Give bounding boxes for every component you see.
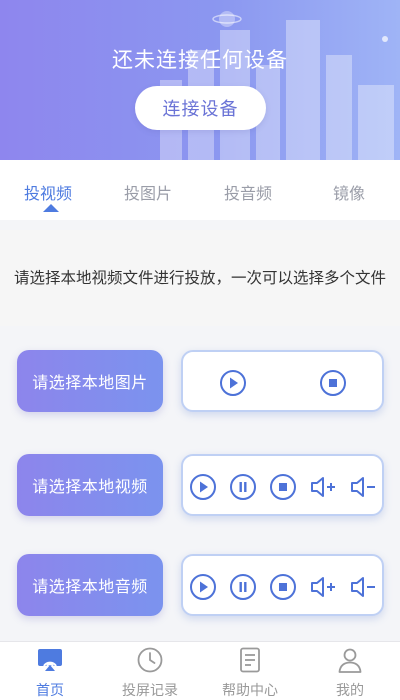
connect-device-button[interactable]: 连接设备 (135, 86, 266, 130)
nav-label-help-center: 帮助中心 (222, 683, 278, 699)
nav-item-cast-history[interactable]: 投屏记录 (100, 642, 200, 700)
select-local-video-button[interactable]: 请选择本地视频 (17, 454, 163, 516)
image-control-panel (181, 350, 384, 412)
cast-type-tabs: 投视频 投图片 投音频 镜像 (0, 160, 400, 220)
volume-down-icon[interactable] (349, 473, 377, 501)
nav-label-cast-history: 投屏记录 (122, 683, 178, 699)
tab-cast-video[interactable]: 投视频 (24, 180, 72, 204)
play-icon[interactable] (219, 369, 247, 397)
video-cast-section: 请选择本地视频 (0, 434, 400, 534)
play-icon[interactable] (189, 473, 217, 501)
nav-item-help-center[interactable]: 帮助中心 (200, 642, 300, 700)
stop-icon[interactable] (269, 573, 297, 601)
document-icon (240, 647, 260, 673)
volume-up-icon[interactable] (309, 573, 337, 601)
tab-cast-image[interactable]: 投图片 (124, 180, 172, 204)
city-skyline-decoration (160, 20, 394, 160)
volume-up-icon[interactable] (309, 473, 337, 501)
tab-cast-audio[interactable]: 投音频 (224, 180, 272, 204)
select-local-audio-button[interactable]: 请选择本地音频 (17, 554, 163, 616)
audio-cast-section: 请选择本地音频 (0, 534, 400, 634)
nav-label-home: 首页 (36, 683, 64, 699)
user-icon (338, 648, 362, 673)
stop-icon[interactable] (269, 473, 297, 501)
active-tab-indicator (43, 204, 59, 212)
header-banner: 还未连接任何设备 连接设备 (0, 0, 400, 160)
image-cast-section: 请选择本地图片 (0, 330, 400, 430)
pause-icon[interactable] (229, 573, 257, 601)
nav-label-profile: 我的 (336, 683, 364, 699)
tab-mirror[interactable]: 镜像 (333, 180, 365, 204)
bottom-navigation: 首页 投屏记录 帮助中心 我的 (0, 641, 400, 700)
volume-down-icon[interactable] (349, 573, 377, 601)
cast-icon (38, 649, 62, 671)
pause-icon[interactable] (229, 473, 257, 501)
select-local-image-button[interactable]: 请选择本地图片 (17, 350, 163, 412)
nav-item-home[interactable]: 首页 (0, 642, 100, 700)
nav-item-profile[interactable]: 我的 (300, 642, 400, 700)
video-control-panel (181, 454, 384, 516)
stop-icon[interactable] (319, 369, 347, 397)
clock-icon (137, 647, 163, 673)
audio-control-panel (181, 554, 384, 616)
connection-status-text: 还未连接任何设备 (112, 48, 288, 72)
play-icon[interactable] (189, 573, 217, 601)
instruction-text: 请选择本地视频文件进行投放，一次可以选择多个文件 (0, 230, 400, 326)
